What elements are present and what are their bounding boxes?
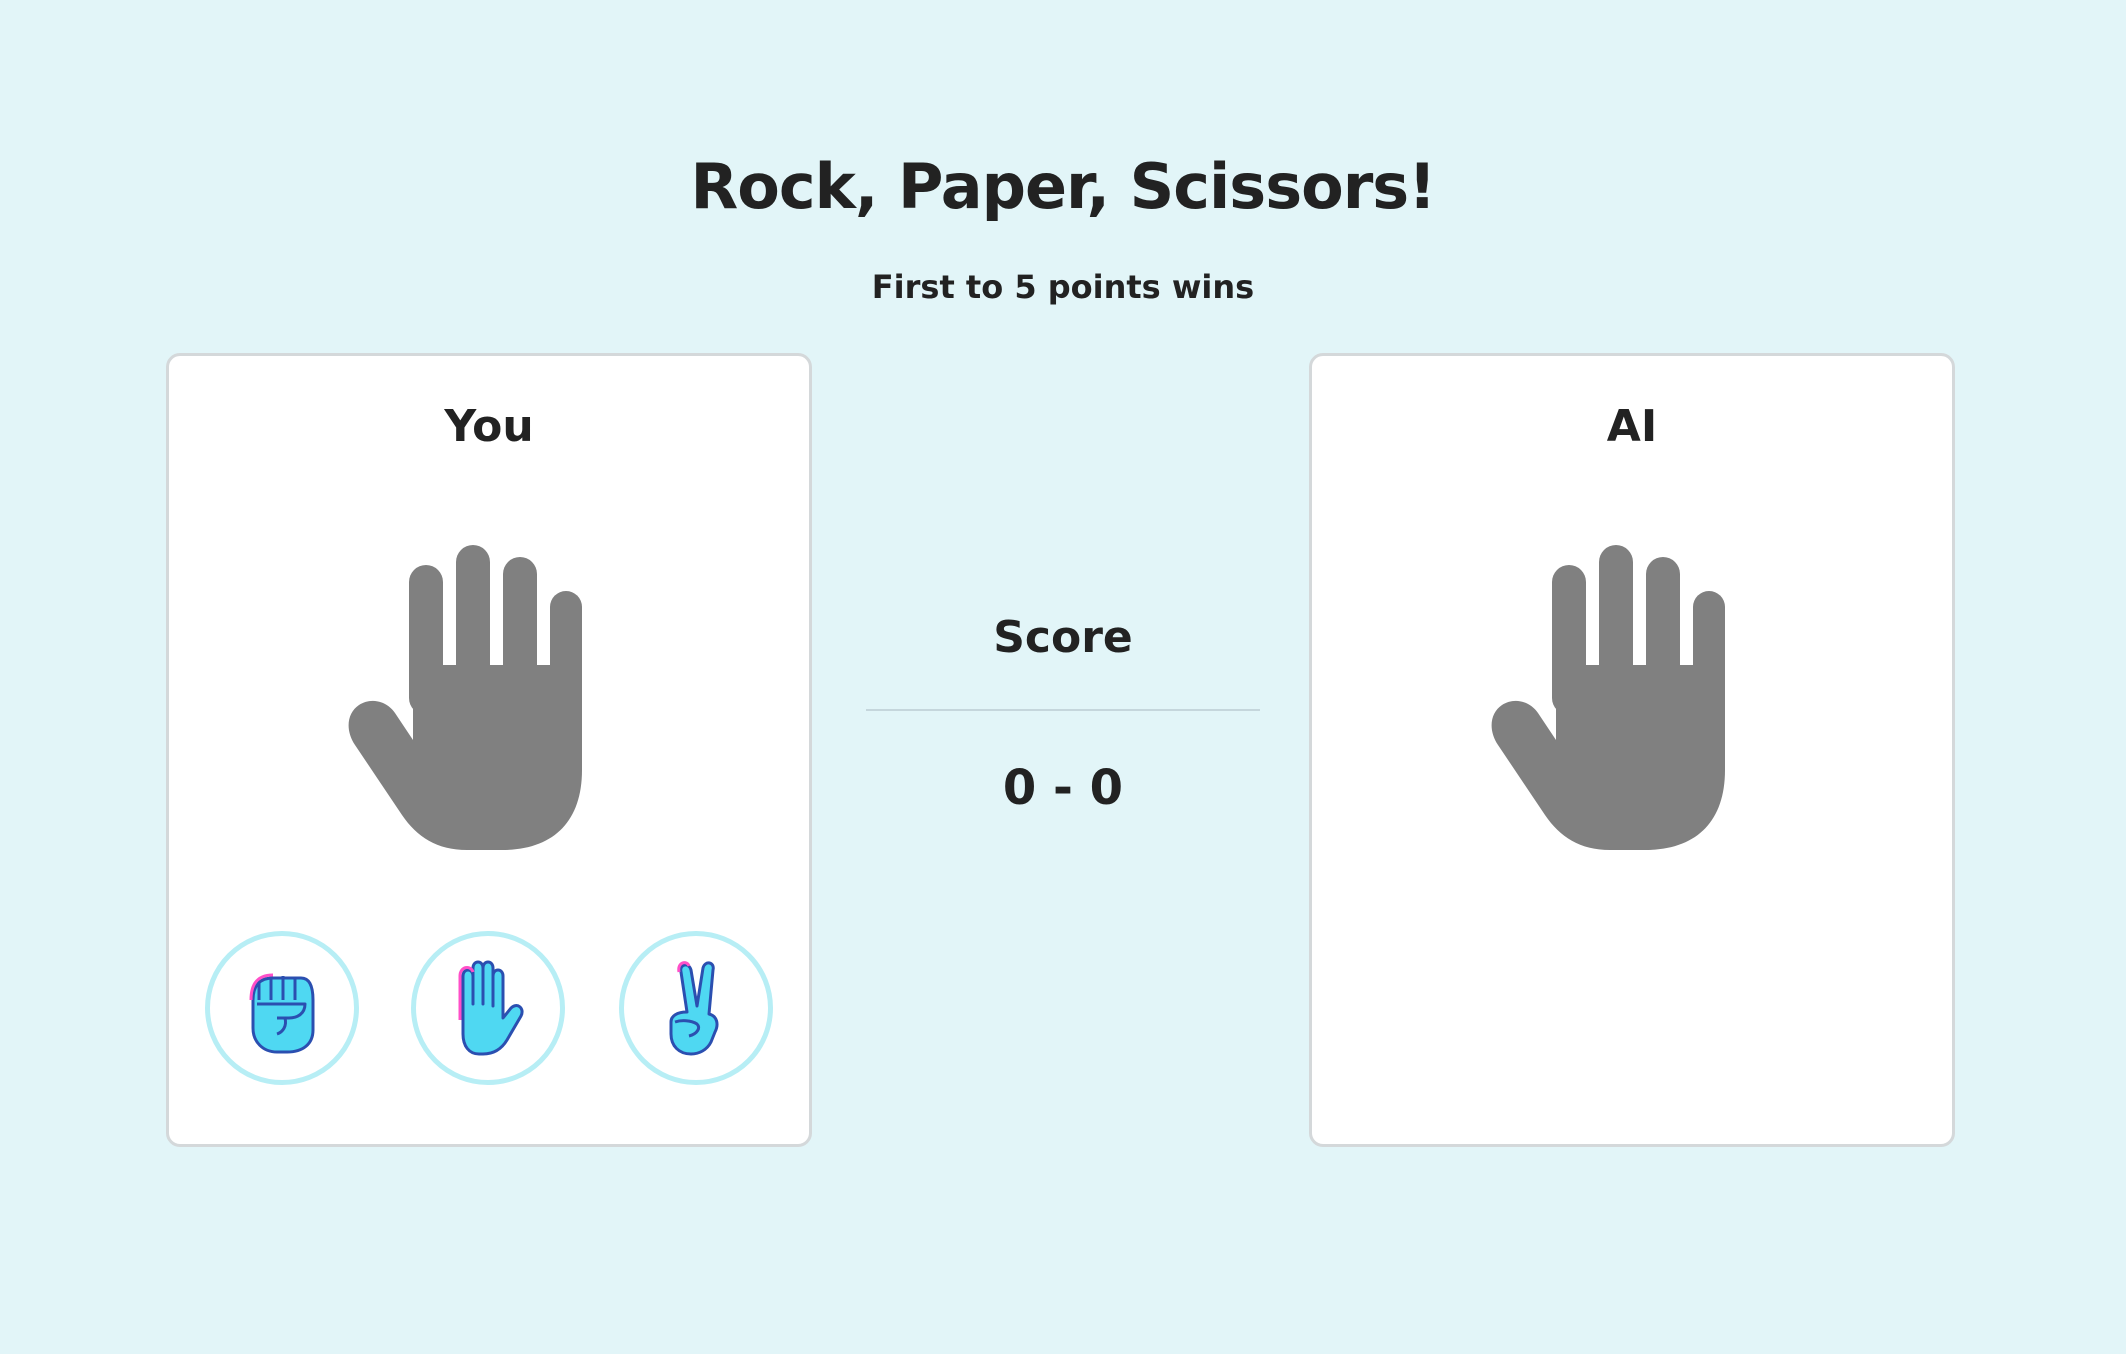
raised-hand-icon (449, 960, 527, 1056)
ai-hand-icon (1490, 545, 1730, 855)
game-title: Rock, Paper, Scissors! (690, 150, 1437, 223)
player-panel: You (166, 353, 812, 1147)
rock-button[interactable] (205, 931, 359, 1085)
ai-panel: AI (1309, 353, 1955, 1147)
score-value: 0 - 0 (1002, 760, 1124, 816)
ai-label: AI (1606, 401, 1658, 452)
score-label: Score (993, 612, 1133, 663)
raised-fist-icon (243, 960, 321, 1056)
game-subtitle: First to 5 points wins (871, 268, 1255, 306)
scissors-button[interactable] (619, 931, 773, 1085)
score-divider (866, 709, 1260, 711)
player-label: You (444, 401, 534, 452)
player-hand-icon (347, 545, 587, 855)
paper-button[interactable] (411, 931, 565, 1085)
victory-hand-icon (657, 960, 735, 1056)
choice-buttons (205, 931, 775, 1091)
